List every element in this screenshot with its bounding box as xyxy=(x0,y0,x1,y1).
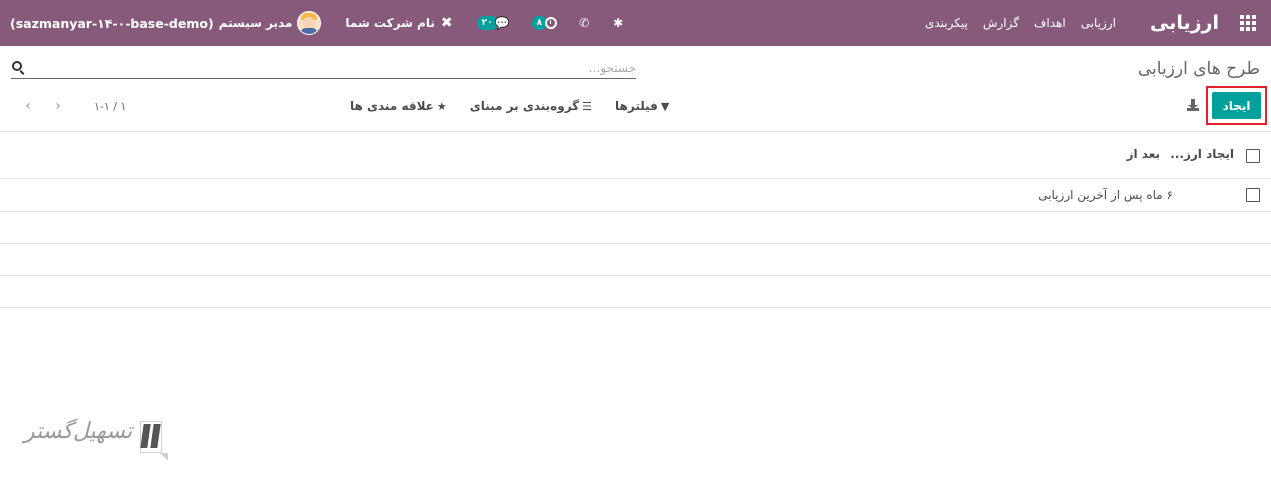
top-navbar: ارزیابی ارزیابی اهداف گزارش پیکربندی (sa… xyxy=(0,0,1271,46)
main-menu: ارزیابی اهداف گزارش پیکربندی xyxy=(910,16,1116,30)
menu-item-appraisal[interactable]: ارزیابی xyxy=(1081,16,1116,30)
create-button-highlight: ایجاد xyxy=(1206,86,1267,125)
row-checkbox[interactable] xyxy=(1246,188,1260,202)
search-icon xyxy=(12,61,22,71)
filters-button[interactable]: ▼ فیلترها xyxy=(615,99,669,113)
user-menu[interactable]: (sazmanyar-۱۴-۰-base-demo) مدیر سیستم xyxy=(10,11,322,35)
empty-row xyxy=(0,212,1271,244)
messaging-menu[interactable]: ۲۰ 💬 xyxy=(476,16,510,30)
avatar xyxy=(297,11,322,35)
table-row[interactable]: ۶ ماه پس از آخرین ارزیابی xyxy=(0,179,1271,212)
grid-icon xyxy=(1240,15,1256,31)
activity-menu[interactable]: ۸ xyxy=(531,16,558,30)
table-cell-after: ۶ ماه پس از آخرین ارزیابی xyxy=(1038,188,1173,202)
pager: ‹ › ۱-۱ / ۱ xyxy=(20,97,126,115)
menu-item-goals[interactable]: اهداف xyxy=(1034,16,1066,30)
breadcrumb: طرح های ارزیابی xyxy=(1137,59,1260,79)
watermark-logo-icon xyxy=(140,421,168,463)
star-icon: ★ xyxy=(436,99,447,113)
phone-icon[interactable]: ✆ xyxy=(579,16,589,30)
empty-row xyxy=(0,244,1271,276)
select-all-checkbox[interactable] xyxy=(1246,149,1260,163)
filter-icon: ▼ xyxy=(660,99,670,113)
menu-item-configuration[interactable]: پیکربندی xyxy=(925,16,968,30)
empty-row xyxy=(0,276,1271,308)
download-icon[interactable] xyxy=(1187,99,1199,111)
search-options: ▼ فیلترها ☰ گروه‌بندی بر مبنای ★ علاقه م… xyxy=(350,97,669,115)
apps-menu-icon[interactable] xyxy=(1225,0,1271,46)
app-title[interactable]: ارزیابی xyxy=(1150,12,1219,34)
table-header: ایجاد ارز... بعد از xyxy=(0,132,1271,179)
chat-icon: 💬 xyxy=(494,16,510,30)
clock-icon xyxy=(545,17,558,29)
groupby-button[interactable]: ☰ گروه‌بندی بر مبنای xyxy=(470,99,592,113)
list-view: ایجاد ارز... بعد از ۶ ماه پس از آخرین ار… xyxy=(0,132,1271,308)
column-header-create[interactable]: ایجاد ارز... xyxy=(1170,147,1234,161)
watermark-text: تسهیل‌گستر xyxy=(24,419,133,444)
pager-previous-chevron-icon[interactable]: › xyxy=(50,98,66,114)
column-header-after[interactable]: بعد از xyxy=(1127,147,1160,161)
tools-icon: ✖ xyxy=(440,15,453,31)
bars-icon: ☰ xyxy=(582,99,593,113)
debug-bug-icon[interactable]: ✱ xyxy=(613,16,623,30)
create-button[interactable]: ایجاد xyxy=(1212,92,1261,119)
pager-value[interactable]: ۱-۱ / ۱ xyxy=(94,100,126,113)
favorites-button[interactable]: ★ علاقه مندی ها xyxy=(350,99,447,113)
menu-item-reporting[interactable]: گزارش xyxy=(983,16,1019,30)
user-name: مدیر سیستم xyxy=(218,16,293,30)
search-input[interactable] xyxy=(11,57,636,78)
search-bar xyxy=(11,57,636,79)
pager-next-chevron-icon[interactable]: ‹ xyxy=(20,98,36,114)
database-name: (sazmanyar-۱۴-۰-base-demo) xyxy=(10,15,214,31)
systray: (sazmanyar-۱۴-۰-base-demo) مدیر سیستم نا… xyxy=(10,0,623,46)
company-switcher[interactable]: نام شرکت شما ✖ xyxy=(345,15,452,31)
company-name: نام شرکت شما xyxy=(345,16,435,30)
